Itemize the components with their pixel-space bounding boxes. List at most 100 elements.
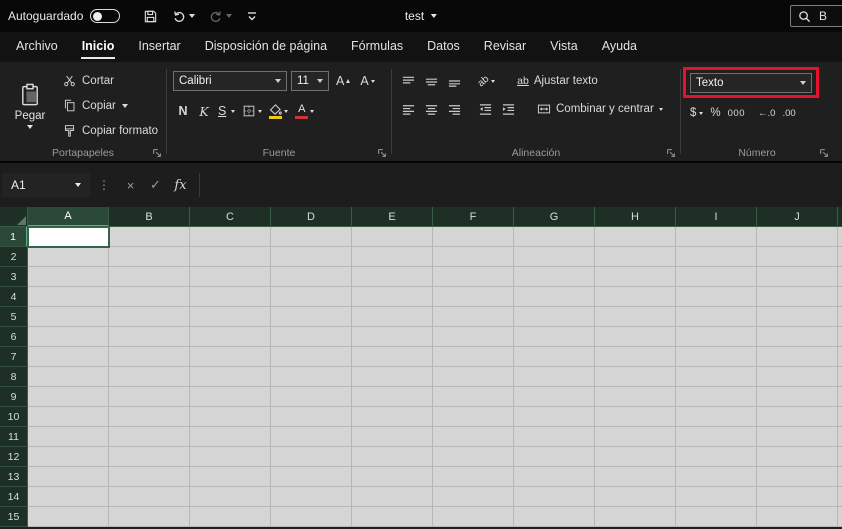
redo-dropdown-icon[interactable]	[226, 14, 233, 18]
cell-J11[interactable]	[757, 427, 838, 447]
cell-I8[interactable]	[676, 367, 757, 387]
borders-button[interactable]	[239, 100, 265, 122]
cell-C9[interactable]	[190, 387, 271, 407]
cell-G10[interactable]	[514, 407, 595, 427]
cell-B11[interactable]	[109, 427, 190, 447]
cell-B2[interactable]	[109, 247, 190, 267]
cell-C3[interactable]	[190, 267, 271, 287]
cell-F5[interactable]	[433, 307, 514, 327]
cell-A8[interactable]	[28, 367, 109, 387]
cell-E6[interactable]	[352, 327, 433, 347]
cell-B1[interactable]	[109, 227, 190, 247]
row-header-10[interactable]: 10	[0, 407, 28, 427]
align-top-button[interactable]	[398, 70, 418, 92]
row-header-4[interactable]: 4	[0, 287, 28, 307]
cell-C6[interactable]	[190, 327, 271, 347]
insert-function-button[interactable]: fx	[168, 178, 193, 193]
cell-H3[interactable]	[595, 267, 676, 287]
cut-button[interactable]: Cortar	[63, 71, 158, 90]
font-size-dropdown-icon[interactable]	[317, 79, 323, 83]
cell-H2[interactable]	[595, 247, 676, 267]
cancel-button[interactable]: ×	[118, 178, 143, 193]
cell-C12[interactable]	[190, 447, 271, 467]
column-header-C[interactable]: C	[190, 207, 271, 227]
cell-I7[interactable]	[676, 347, 757, 367]
cell-E5[interactable]	[352, 307, 433, 327]
cell-E3[interactable]	[352, 267, 433, 287]
cell-E11[interactable]	[352, 427, 433, 447]
cell-F1[interactable]	[433, 227, 514, 247]
number-format-dropdown-icon[interactable]	[800, 81, 806, 85]
undo-button[interactable]	[172, 9, 196, 23]
column-header-D[interactable]: D	[271, 207, 352, 227]
increase-decimal-button[interactable]: ←.0	[758, 108, 775, 119]
cell-I15[interactable]	[676, 507, 757, 527]
cell-E9[interactable]	[352, 387, 433, 407]
cell-F12[interactable]	[433, 447, 514, 467]
cell-A7[interactable]	[28, 347, 109, 367]
cell-E15[interactable]	[352, 507, 433, 527]
underline-button[interactable]: S	[215, 100, 238, 122]
tab-insertar[interactable]: Insertar	[126, 32, 192, 62]
cell-F11[interactable]	[433, 427, 514, 447]
row-header-14[interactable]: 14	[0, 487, 28, 507]
cell-J9[interactable]	[757, 387, 838, 407]
cell-F14[interactable]	[433, 487, 514, 507]
row-header-13[interactable]: 13	[0, 467, 28, 487]
copy-dropdown-icon[interactable]	[121, 103, 128, 108]
row-header-9[interactable]: 9	[0, 387, 28, 407]
cell-G7[interactable]	[514, 347, 595, 367]
cell-A3[interactable]	[28, 267, 109, 287]
column-header-E[interactable]: E	[352, 207, 433, 227]
cell-E12[interactable]	[352, 447, 433, 467]
cell-B5[interactable]	[109, 307, 190, 327]
cell-G2[interactable]	[514, 247, 595, 267]
cell-D2[interactable]	[271, 247, 352, 267]
cell-I14[interactable]	[676, 487, 757, 507]
customize-quick-access-button[interactable]	[246, 10, 258, 22]
cell-I5[interactable]	[676, 307, 757, 327]
number-dialog-launcher[interactable]	[819, 148, 829, 158]
cell-D5[interactable]	[271, 307, 352, 327]
cell-G11[interactable]	[514, 427, 595, 447]
cell-H15[interactable]	[595, 507, 676, 527]
cell-J15[interactable]	[757, 507, 838, 527]
cell-E4[interactable]	[352, 287, 433, 307]
cell-A14[interactable]	[28, 487, 109, 507]
cell-G9[interactable]	[514, 387, 595, 407]
cell-C5[interactable]	[190, 307, 271, 327]
comma-format-button[interactable]: 000	[728, 108, 745, 119]
cell-B9[interactable]	[109, 387, 190, 407]
cell-I1[interactable]	[676, 227, 757, 247]
cell-I3[interactable]	[676, 267, 757, 287]
title-dropdown-icon[interactable]	[431, 14, 438, 18]
cell-A13[interactable]	[28, 467, 109, 487]
cell-E7[interactable]	[352, 347, 433, 367]
decrease-indent-button[interactable]	[475, 98, 495, 120]
cell-G5[interactable]	[514, 307, 595, 327]
cell-D15[interactable]	[271, 507, 352, 527]
font-color-button[interactable]: A	[292, 100, 317, 122]
cell-G14[interactable]	[514, 487, 595, 507]
column-header-I[interactable]: I	[676, 207, 757, 227]
align-left-button[interactable]	[398, 98, 418, 120]
cell-H11[interactable]	[595, 427, 676, 447]
orientation-dropdown-icon[interactable]	[491, 79, 496, 83]
cell-G6[interactable]	[514, 327, 595, 347]
align-center-button[interactable]	[421, 98, 441, 120]
cell-J13[interactable]	[757, 467, 838, 487]
cell-J2[interactable]	[757, 247, 838, 267]
cell-J6[interactable]	[757, 327, 838, 347]
cell-A9[interactable]	[28, 387, 109, 407]
row-header-8[interactable]: 8	[0, 367, 28, 387]
cell-B14[interactable]	[109, 487, 190, 507]
cell-F4[interactable]	[433, 287, 514, 307]
borders-dropdown-icon[interactable]	[258, 109, 263, 113]
row-header-5[interactable]: 5	[0, 307, 28, 327]
cell-C14[interactable]	[190, 487, 271, 507]
column-header-A[interactable]: A	[28, 207, 109, 227]
cell-F7[interactable]	[433, 347, 514, 367]
cell-I6[interactable]	[676, 327, 757, 347]
bold-button[interactable]: N	[173, 100, 193, 122]
merge-center-button[interactable]: Combinar y centrar	[533, 98, 667, 120]
